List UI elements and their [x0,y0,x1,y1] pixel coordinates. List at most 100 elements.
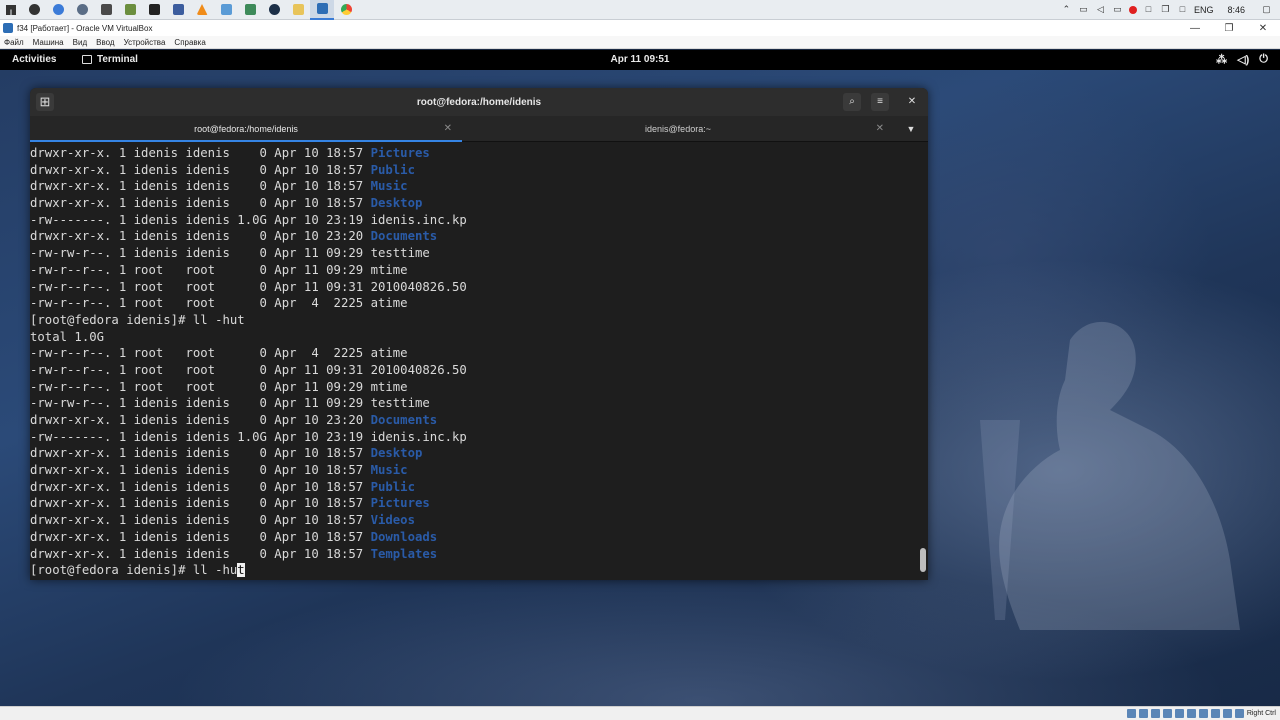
line-text: -rw-------. 1 idenis idenis 1.0G Apr 10 … [30,212,371,227]
terminal-scrollbar[interactable] [920,146,926,576]
record-icon[interactable] [1128,5,1137,14]
menu-devices[interactable]: Устройства [124,38,166,47]
tab-close-icon[interactable]: ✕ [444,123,452,134]
system-menu[interactable]: ⁂ ◁) ⏻ [1216,53,1268,66]
terminal-line: drwxr-xr-x. 1 idenis idenis 0 Apr 10 18:… [30,162,922,179]
taskbar-tree-icon[interactable] [238,0,262,20]
close-window-button[interactable]: ✕ [1246,23,1280,34]
usb-status-icon[interactable] [1174,709,1184,718]
power-icon: ⏻ [1259,53,1268,65]
terminal-output[interactable]: drwxr-xr-x. 1 idenis idenis 0 Apr 10 18:… [30,142,922,580]
notification-icon[interactable]: ▢ [1261,4,1272,15]
search-button[interactable]: ⌕ [843,93,861,111]
terminal-line: -rw-------. 1 idenis idenis 1.0G Apr 10 … [30,212,922,229]
taskbar-explorer-icon[interactable] [286,0,310,20]
display-icon[interactable]: □ [1143,4,1154,15]
file-name: testtime [370,396,430,411]
usb-icon[interactable]: ▭ [1112,4,1123,15]
file-name: atime [370,296,408,311]
taskbar-terminal-icon[interactable] [142,0,166,20]
taskbar-monitor-icon[interactable] [94,0,118,20]
chevron-up-icon[interactable]: ⌃ [1061,4,1072,15]
hamburger-icon: ≡ [877,96,883,107]
taskbar-virtualbox-icon[interactable] [310,0,334,20]
taskbar-notepad-icon[interactable] [118,0,142,20]
terminal-line: drwxr-xr-x. 1 idenis idenis 0 Apr 10 23:… [30,228,922,245]
language-indicator[interactable]: ENG [1194,5,1214,15]
terminal-line: drwxr-xr-x. 1 idenis idenis 0 Apr 10 18:… [30,462,922,479]
line-text: -rw-r--r--. 1 root root 0 Apr 11 09:29 [30,262,371,277]
taskbar-vlc-icon[interactable] [190,0,214,20]
menu-machine[interactable]: Машина [33,38,64,47]
optical-status-icon[interactable] [1138,709,1148,718]
taskbar-steam-icon[interactable] [262,0,286,20]
windows-logo-icon [6,4,16,15]
volume-status-icon: ◁) [1237,54,1250,66]
menu-file[interactable]: Файл [4,38,24,47]
audio-status-icon[interactable] [1150,709,1160,718]
line-text: drwxr-xr-x. 1 idenis idenis 0 Apr 10 18:… [30,179,371,194]
taskbar-shield-icon[interactable] [214,0,238,20]
terminal-line: -rw-r--r--. 1 root root 0 Apr 11 09:29 m… [30,262,922,279]
display-status-icon[interactable] [1198,709,1208,718]
terminal-window: ⊞ root@fedora:/home/idenis ⌕ ≡ ✕ root@fe… [30,88,928,580]
hamburger-menu-button[interactable]: ≡ [871,93,889,111]
terminal-line: -rw-rw-r--. 1 idenis idenis 0 Apr 11 09:… [30,245,922,262]
cpu-status-icon[interactable] [1222,709,1232,718]
menu-help[interactable]: Справка [174,38,205,47]
tab-close-icon[interactable]: ✕ [876,123,884,134]
recording-status-icon[interactable] [1210,709,1220,718]
line-text: drwxr-xr-x. 1 idenis idenis 0 Apr 10 18:… [30,446,371,461]
virtualbox-status-bar: Right Ctrl [0,706,1280,720]
network-adapter-icon[interactable] [1162,709,1172,718]
taskbar-clock[interactable]: 8:46 [1227,5,1245,15]
scrollbar-thumb[interactable] [920,548,926,572]
directory-name: Desktop [370,196,423,211]
close-terminal-button[interactable]: ✕ [903,93,921,111]
directory-name: Documents [370,229,438,244]
volume-icon[interactable]: ◁ [1095,4,1106,15]
network-icon[interactable]: ▭ [1078,4,1089,15]
prompt-text: [root@fedora idenis]# ll -hu [30,563,238,578]
taskbar-box-icon[interactable] [166,0,190,20]
menu-input[interactable]: Ввод [96,38,114,47]
terminal-line: drwxr-xr-x. 1 idenis idenis 0 Apr 10 23:… [30,412,922,429]
tab-root[interactable]: root@fedora:/home/idenis ✕ [30,116,462,142]
line-text: -rw-r--r--. 1 root root 0 Apr 11 09:29 [30,379,371,394]
terminal-line: drwxr-xr-x. 1 idenis idenis 0 Apr 10 18:… [30,145,922,162]
line-text: drwxr-xr-x. 1 idenis idenis 0 Apr 10 18:… [30,463,371,478]
taskbar-obs-icon[interactable] [22,0,46,20]
line-text: drwxr-xr-x. 1 idenis idenis 0 Apr 10 18:… [30,546,371,561]
windows-taskbar: ⌃ ▭ ◁ ▭ □ ❐ □ ENG 8:46 ▢ [0,0,1280,20]
taskbar-chrome-icon[interactable] [334,0,358,20]
window-icon[interactable]: □ [1177,4,1188,15]
directory-name: Videos [370,513,415,528]
tab-idenis[interactable]: idenis@fedora:~ ✕ [462,116,894,142]
hdd-status-icon[interactable] [1126,709,1136,718]
line-text: -rw-rw-r--. 1 idenis idenis 0 Apr 11 09:… [30,246,371,261]
taskbar-browser-icon[interactable] [46,0,70,20]
line-text: drwxr-xr-x. 1 idenis idenis 0 Apr 10 18:… [30,146,371,160]
mouse-status-icon[interactable] [1234,709,1244,718]
minimize-button[interactable]: — [1178,23,1212,34]
taskbar-speedometer-icon[interactable] [70,0,94,20]
line-text: drwxr-xr-x. 1 idenis idenis 0 Apr 10 18:… [30,529,371,544]
terminal-line: drwxr-xr-x. 1 idenis idenis 0 Apr 10 18:… [30,495,922,512]
gnome-clock[interactable]: Apr 11 09:51 [0,54,1280,65]
menu-view[interactable]: Вид [73,38,87,47]
text-cursor: t [237,563,245,578]
windows-start-button[interactable] [0,0,22,20]
maximize-button[interactable]: ❐ [1212,23,1246,34]
terminal-line: drwxr-xr-x. 1 idenis idenis 0 Apr 10 18:… [30,195,922,212]
file-name: 2010040826.50 [370,279,467,294]
line-text: -rw-r--r--. 1 root root 0 Apr 4 2225 [30,296,371,311]
line-text: drwxr-xr-x. 1 idenis idenis 0 Apr 10 23:… [30,413,371,427]
terminal-line: -rw-r--r--. 1 root root 0 Apr 4 2225 ati… [30,345,922,362]
terminal-line: drwxr-xr-x. 1 idenis idenis 0 Apr 10 18:… [30,178,922,195]
line-text: drwxr-xr-x. 1 idenis idenis 0 Apr 10 18:… [30,513,371,528]
tab-list-dropdown[interactable]: ▼ [894,116,928,142]
copy-icon[interactable]: ❐ [1160,4,1171,15]
shared-folder-icon[interactable] [1186,709,1196,718]
prompt-line[interactable]: [root@fedora idenis]# ll -hut [30,562,922,579]
terminal-line: -rw-------. 1 idenis idenis 1.0G Apr 10 … [30,429,922,446]
